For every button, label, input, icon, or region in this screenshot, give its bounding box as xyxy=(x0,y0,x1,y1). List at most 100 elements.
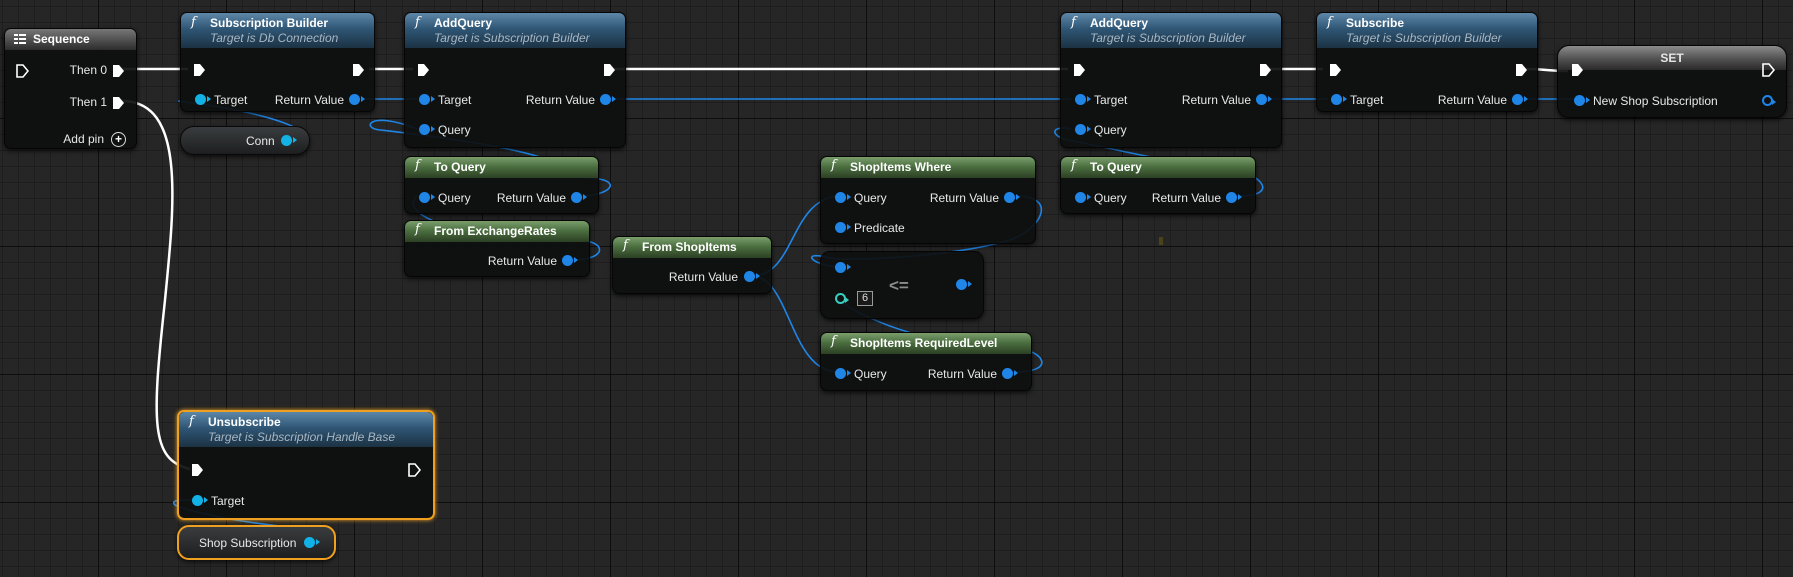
set-node[interactable]: SET New Shop Subscription xyxy=(1557,45,1787,118)
return-value-pin[interactable] xyxy=(571,192,587,203)
exec-out-pin-icon[interactable] xyxy=(111,64,125,78)
exec-out-pin-icon[interactable] xyxy=(1258,63,1272,77)
output-pin[interactable] xyxy=(1762,95,1776,106)
exec-in-pin-icon[interactable] xyxy=(1570,63,1584,77)
unsubscribe-node[interactable]: f Unsubscribe Target is Subscription Han… xyxy=(177,410,435,520)
node-header: f AddQuery Target is Subscription Builde… xyxy=(405,13,625,48)
pin-label: Return Value xyxy=(1151,191,1221,205)
node-header: f ShopItems Where xyxy=(821,157,1035,178)
conn-variable-node[interactable]: Conn xyxy=(180,126,310,155)
exec-in-pin-icon[interactable] xyxy=(1072,63,1086,77)
plus-circle-icon[interactable]: + xyxy=(111,132,126,147)
exec-out-pin-icon[interactable] xyxy=(351,63,365,77)
subscribe-node[interactable]: f Subscribe Target is Subscription Build… xyxy=(1316,12,1538,112)
to-query-node[interactable]: f To Query Query Return Value xyxy=(404,156,599,214)
pin-label: Target xyxy=(211,494,245,508)
return-value-pin[interactable] xyxy=(1004,192,1020,203)
return-value-pin[interactable] xyxy=(1226,192,1242,203)
exec-out-pin-icon[interactable] xyxy=(111,96,125,110)
exec-out-pin-icon[interactable] xyxy=(407,463,421,477)
node-header: f Unsubscribe Target is Subscription Han… xyxy=(179,412,433,447)
pin-label: Return Value xyxy=(496,191,566,205)
b-input-pin[interactable] xyxy=(835,293,849,304)
to-query-node[interactable]: f To Query Query Return Value xyxy=(1060,156,1256,214)
node-header: f To Query xyxy=(1061,157,1255,178)
pin-label: Return Value xyxy=(274,93,344,107)
exec-in-pin-icon[interactable] xyxy=(190,463,204,477)
target-pin[interactable] xyxy=(192,495,208,506)
node-subtitle: Target is Subscription Handle Base xyxy=(208,430,395,444)
target-pin[interactable] xyxy=(1075,94,1091,105)
shop-subscription-output-pin[interactable] xyxy=(304,537,320,548)
pin-label: Target xyxy=(1094,93,1128,107)
node-subtitle: Target is Subscription Builder xyxy=(434,31,590,45)
return-value-pin[interactable] xyxy=(744,271,760,282)
exec-in-pin-icon[interactable] xyxy=(15,64,29,78)
subscription-builder-node[interactable]: f Subscription Builder Target is Db Conn… xyxy=(180,12,375,112)
pin-label: New Shop Subscription xyxy=(1593,94,1718,108)
shop-items-required-level-node[interactable]: f ShopItems RequiredLevel Query Return V… xyxy=(820,332,1032,391)
add-query-node[interactable]: f AddQuery Target is Subscription Builde… xyxy=(1060,12,1282,148)
pin-label: Then 0 xyxy=(69,63,107,77)
variable-label: Conn xyxy=(246,134,275,148)
function-icon: f xyxy=(415,15,420,30)
query-pin[interactable] xyxy=(419,192,435,203)
query-pin[interactable] xyxy=(835,368,851,379)
add-pin-label[interactable]: Add pin xyxy=(63,132,104,146)
pin-label: Predicate xyxy=(854,221,905,235)
target-pin[interactable] xyxy=(419,94,435,105)
return-value-pin[interactable] xyxy=(349,94,365,105)
new-shop-subscription-pin[interactable] xyxy=(1574,95,1590,106)
pin-label: Query xyxy=(854,367,887,381)
pin-label: Target xyxy=(214,93,248,107)
conn-output-pin[interactable] xyxy=(281,135,297,146)
node-title: To Query xyxy=(1090,160,1142,174)
function-icon: f xyxy=(191,15,196,30)
literal-value[interactable]: 6 xyxy=(857,291,873,306)
exec-out-pin-icon[interactable] xyxy=(1761,63,1775,77)
shop-items-where-node[interactable]: f ShopItems Where Query Return Value Pre… xyxy=(820,156,1036,244)
exec-in-pin-icon[interactable] xyxy=(1328,63,1342,77)
return-value-pin[interactable] xyxy=(1256,94,1272,105)
return-value-pin[interactable] xyxy=(600,94,616,105)
exec-in-pin-icon[interactable] xyxy=(192,63,206,77)
pin-label: Query xyxy=(438,191,471,205)
from-shop-items-node[interactable]: f From ShopItems Return Value xyxy=(612,236,772,294)
return-value-pin[interactable] xyxy=(1002,368,1018,379)
result-output-pin[interactable] xyxy=(956,279,972,290)
pin-label: Query xyxy=(1094,191,1127,205)
from-exchange-rates-node[interactable]: f From ExchangeRates Return Value xyxy=(404,220,590,277)
query-pin[interactable] xyxy=(835,192,851,203)
node-title: Unsubscribe xyxy=(208,415,281,429)
exec-out-pin-icon[interactable] xyxy=(602,63,616,77)
node-header: f Subscription Builder Target is Db Conn… xyxy=(181,13,374,48)
a-input-pin[interactable] xyxy=(835,262,851,273)
target-pin[interactable] xyxy=(195,94,211,105)
query-pin[interactable] xyxy=(419,124,435,135)
pin-label: Return Value xyxy=(525,93,595,107)
predicate-pin[interactable] xyxy=(835,222,851,233)
pin-label: Return Value xyxy=(929,191,999,205)
function-icon: f xyxy=(1071,158,1076,173)
exec-out-pin-icon[interactable] xyxy=(1514,63,1528,77)
return-value-pin[interactable] xyxy=(1512,94,1528,105)
variable-label: Shop Subscription xyxy=(199,536,297,550)
add-query-node[interactable]: f AddQuery Target is Subscription Builde… xyxy=(404,12,626,148)
sequence-icon xyxy=(14,34,26,44)
pin-label: Return Value xyxy=(1437,93,1507,107)
pin-label: Return Value xyxy=(1181,93,1251,107)
node-title: AddQuery xyxy=(1090,16,1149,30)
node-title: Sequence xyxy=(33,32,90,46)
shop-subscription-variable-node[interactable]: Shop Subscription xyxy=(177,525,336,560)
node-title: ShopItems Where xyxy=(850,160,952,174)
exec-in-pin-icon[interactable] xyxy=(416,63,430,77)
node-title: AddQuery xyxy=(434,16,493,30)
query-pin[interactable] xyxy=(1075,124,1091,135)
node-title: ShopItems RequiredLevel xyxy=(850,336,998,350)
node-title: To Query xyxy=(434,160,486,174)
less-equal-node[interactable]: 6 <= xyxy=(820,251,984,319)
sequence-node[interactable]: Sequence Then 0 Then 1 Add pin + xyxy=(4,28,137,149)
query-pin[interactable] xyxy=(1075,192,1091,203)
target-pin[interactable] xyxy=(1331,94,1347,105)
return-value-pin[interactable] xyxy=(562,255,578,266)
